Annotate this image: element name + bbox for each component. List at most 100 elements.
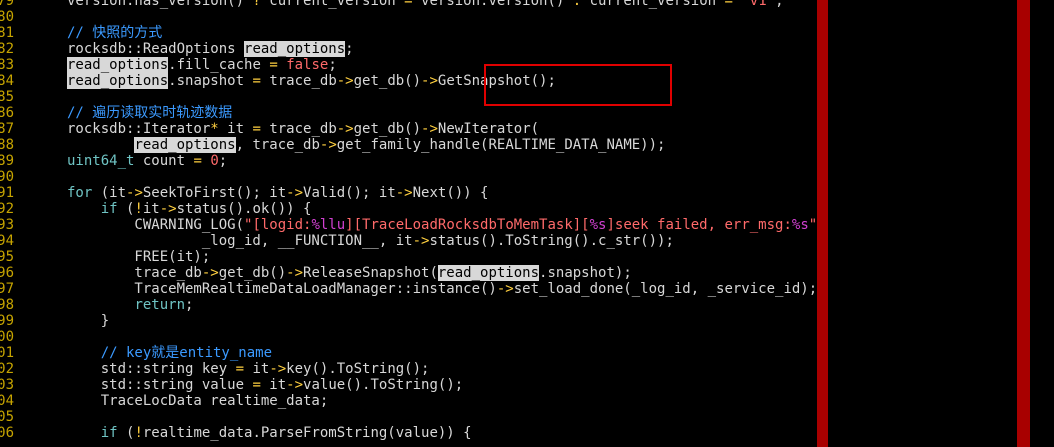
code-token: value().ToString();: [303, 377, 464, 393]
code-token: get_db(): [353, 73, 422, 89]
code-text[interactable]: rocksdb::ReadOptions read_options;: [67, 41, 354, 57]
code-token: .fill_cache: [168, 57, 270, 73]
code-text[interactable]: // 快照的方式: [67, 25, 162, 41]
code-text[interactable]: trace_db->get_db()->ReleaseSnapshot(read…: [67, 265, 632, 281]
line-number: 00: [0, 329, 14, 345]
code-token: ->: [319, 137, 337, 153]
code-token: %s: [791, 217, 809, 233]
code-line[interactable]: 03 std::string value = it->value().ToStr…: [0, 377, 1054, 393]
line-number: 86: [0, 105, 14, 121]
code-token: !: [134, 425, 143, 441]
line-number: 97: [0, 281, 14, 297]
code-token: get_db(): [218, 265, 287, 281]
code-line[interactable]: 97 TraceMemRealtimeDataLoadManager::inst…: [0, 281, 1054, 297]
code-line[interactable]: 80: [0, 9, 1054, 25]
code-token: =: [404, 0, 413, 9]
code-token: ->: [286, 377, 304, 393]
code-line[interactable]: 99 }: [0, 313, 1054, 329]
code-text[interactable]: read_options.snapshot = trace_db->get_db…: [67, 73, 556, 89]
code-token: get_db(): [353, 121, 422, 137]
code-text[interactable]: _log_id, __FUNCTION__, it->status().ToSt…: [67, 233, 674, 249]
code-text[interactable]: CWARNING_LOG("[logid:%llu][TraceLoadRock…: [67, 217, 825, 233]
code-token: ->: [336, 121, 354, 137]
line-number: 91: [0, 185, 14, 201]
code-line[interactable]: 92 if (!it->status().ok()) {: [0, 201, 1054, 217]
code-token: ->: [421, 73, 438, 89]
code-line[interactable]: 87 rocksdb::Iterator* it = trace_db->get_…: [0, 121, 1054, 137]
code-text[interactable]: }: [67, 313, 109, 329]
code-token: // 遍历读取实时轨迹数据: [67, 105, 233, 121]
code-line[interactable]: 00: [0, 329, 1054, 345]
code-text[interactable]: if (!realtime_data.ParseFromString(value…: [67, 425, 472, 441]
code-line[interactable]: 04 TraceLocData realtime_data;: [0, 393, 1054, 409]
code-line[interactable]: 81 // 快照的方式: [0, 25, 1054, 41]
code-token: :: [572, 0, 582, 9]
code-token: .snapshot: [168, 73, 253, 89]
line-number: 92: [0, 201, 14, 217]
code-line[interactable]: 86 // 遍历读取实时轨迹数据: [0, 105, 1054, 121]
code-text[interactable]: std::string key = it->key().ToString();: [67, 361, 430, 377]
code-line[interactable]: 01 // key就是entity_name: [0, 345, 1054, 361]
code-text[interactable]: for (it->SeekToFirst(); it->Valid(); it-…: [67, 185, 488, 201]
code-token: ][TraceLoadRocksdbToMemTask][: [345, 217, 590, 233]
code-line[interactable]: 93 CWARNING_LOG("[logid:%llu][TraceLoadR…: [0, 217, 1054, 233]
code-line[interactable]: 90: [0, 169, 1054, 185]
code-token: =: [252, 121, 261, 137]
code-token: =: [269, 57, 278, 73]
line-number: 80: [0, 9, 14, 25]
code-text[interactable]: version.has_version() ? current_version …: [67, 0, 784, 9]
code-token: ;: [328, 57, 337, 73]
line-number: 85: [0, 89, 14, 105]
code-token: version.has_version(): [67, 0, 253, 9]
code-token: status().ToString().c_str());: [429, 233, 674, 249]
code-line[interactable]: 88 read_options, trace_db->get_family_ha…: [0, 137, 1054, 153]
code-line[interactable]: 02 std::string key = it->key().ToString(…: [0, 361, 1054, 377]
line-number: 99: [0, 313, 14, 329]
line-number: 06: [0, 425, 14, 441]
code-line[interactable]: 89 uint64_t count = 0;: [0, 153, 1054, 169]
code-token: ->: [395, 185, 413, 201]
code-token: ->: [421, 121, 438, 137]
code-text[interactable]: // 遍历读取实时轨迹数据: [67, 105, 232, 121]
code-text[interactable]: return;: [67, 297, 193, 313]
code-line[interactable]: 82 rocksdb::ReadOptions read_options;: [0, 41, 1054, 57]
code-text[interactable]: // key就是entity_name: [67, 345, 272, 361]
code-text[interactable]: TraceLocData realtime_data;: [67, 393, 329, 409]
line-number: 05: [0, 409, 14, 425]
code-text[interactable]: read_options, trace_db->get_family_handl…: [67, 137, 665, 153]
code-line[interactable]: 79 version.has_version() ? current_versio…: [0, 0, 1054, 9]
code-line[interactable]: 98 return;: [0, 297, 1054, 313]
code-text[interactable]: rocksdb::Iterator* it = trace_db->get_db…: [67, 121, 539, 137]
code-token: =: [252, 73, 261, 89]
code-line[interactable]: 96 trace_db->get_db()->ReleaseSnapshot(r…: [0, 265, 1054, 281]
code-token: "v1": [741, 0, 776, 9]
line-number: 98: [0, 297, 14, 313]
code-token: ->: [286, 185, 304, 201]
code-text[interactable]: read_options.fill_cache = false;: [67, 57, 337, 73]
code-text[interactable]: TraceMemRealtimeDataLoadManager::instanc…: [67, 281, 817, 297]
code-line[interactable]: 05: [0, 409, 1054, 425]
line-number: 90: [0, 169, 14, 185]
code-token: trace_db: [260, 121, 337, 137]
code-line[interactable]: 94 _log_id, __FUNCTION__, it->status().T…: [0, 233, 1054, 249]
code-token: key().ToString();: [286, 361, 430, 377]
line-number: 95: [0, 249, 14, 265]
code-text[interactable]: uint64_t count = 0;: [67, 153, 227, 169]
code-text[interactable]: if (!it->status().ok()) {: [67, 201, 312, 217]
code-line[interactable]: 95 FREE(it);: [0, 249, 1054, 265]
code-token: .snapshot);: [539, 265, 632, 281]
code-line[interactable]: 91 for (it->SeekToFirst(); it->Valid(); i…: [0, 185, 1054, 201]
code-token: set_load_done(_log_id, _service_id);: [513, 281, 818, 297]
code-token: TraceLocData realtime_data;: [67, 393, 329, 409]
line-number: 82: [0, 41, 14, 57]
code-line[interactable]: 06 if (!realtime_data.ParseFromString(va…: [0, 425, 1054, 441]
code-text[interactable]: std::string value = it->value().ToString…: [67, 377, 463, 393]
code-token: for: [67, 185, 93, 201]
code-token: SeekToFirst(); it: [142, 185, 287, 201]
code-text[interactable]: FREE(it);: [67, 249, 210, 265]
